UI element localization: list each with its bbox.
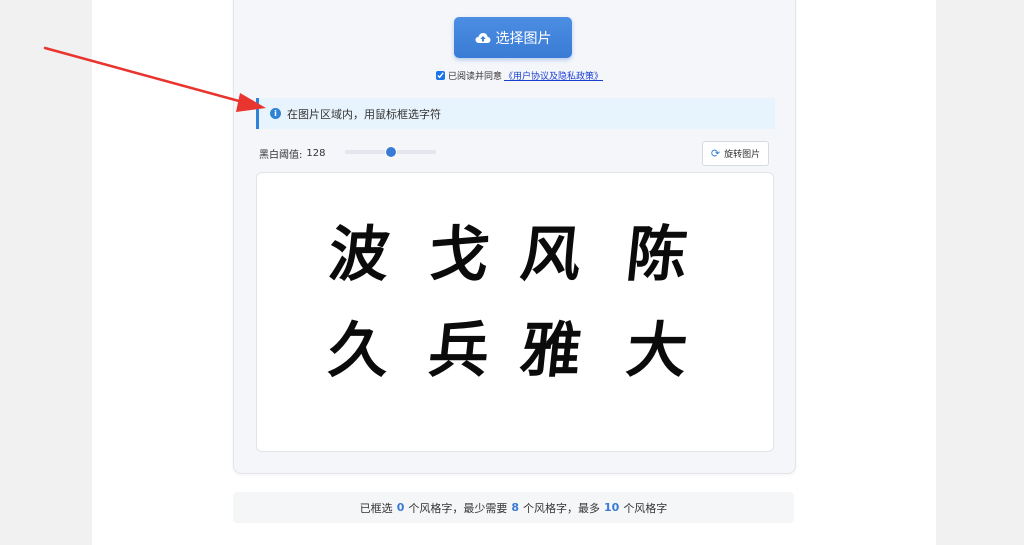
- slider-thumb[interactable]: [385, 147, 396, 157]
- rotate-label: 旋转图片: [724, 150, 761, 160]
- select-image-button[interactable]: 选择图片: [454, 17, 572, 58]
- annotation-arrow: [43, 46, 266, 112]
- rotate-image-button[interactable]: ⟳ 旋转图片: [702, 141, 769, 166]
- min-count: 8: [511, 501, 519, 514]
- threshold-control: 黑白阈值: 128: [259, 146, 325, 161]
- threshold-slider[interactable]: [345, 147, 436, 157]
- calligraphy-char: 风: [517, 220, 585, 290]
- max-count: 10: [604, 501, 620, 514]
- calligraphy-char: 大: [623, 316, 691, 386]
- rotate-icon: ⟳: [710, 147, 721, 160]
- status-text-1: 个风格字，最少需要: [408, 501, 508, 515]
- background-right: [936, 0, 1024, 545]
- threshold-label: 黑白阈值:: [259, 150, 303, 161]
- agreement-row: 已阅读并同意 《用户协议及隐私政策》: [436, 68, 603, 82]
- cloud-upload-icon: [475, 32, 490, 43]
- selection-status: 已框选 0 个风格字，最少需要 8 个风格字，最多 10 个风格字: [233, 492, 794, 523]
- info-banner: i 在图片区域内，用鼠标框选字符: [256, 98, 775, 129]
- calligraphy-char: 久: [325, 316, 393, 386]
- image-canvas[interactable]: 波戈风陈久兵雅大: [256, 172, 774, 452]
- status-prefix: 已框选: [359, 501, 393, 515]
- calligraphy-char: 波: [325, 220, 393, 290]
- calligraphy-char: 戈: [425, 220, 493, 290]
- select-image-label: 选择图片: [495, 30, 552, 47]
- calligraphy-char: 陈: [623, 220, 691, 290]
- agreement-checkbox[interactable]: [436, 70, 445, 80]
- threshold-value: 128: [306, 148, 326, 159]
- calligraphy-char: 雅: [517, 316, 585, 386]
- agreement-text: 已阅读并同意: [448, 71, 503, 82]
- agreement-link[interactable]: 《用户协议及隐私政策》: [504, 69, 603, 82]
- calligraphy-char: 兵: [425, 316, 493, 386]
- info-text: 在图片区域内，用鼠标框选字符: [287, 107, 441, 121]
- selected-count: 0: [396, 501, 405, 514]
- status-text-2: 个风格字，最多: [523, 501, 600, 515]
- status-text-3: 个风格字: [623, 501, 668, 515]
